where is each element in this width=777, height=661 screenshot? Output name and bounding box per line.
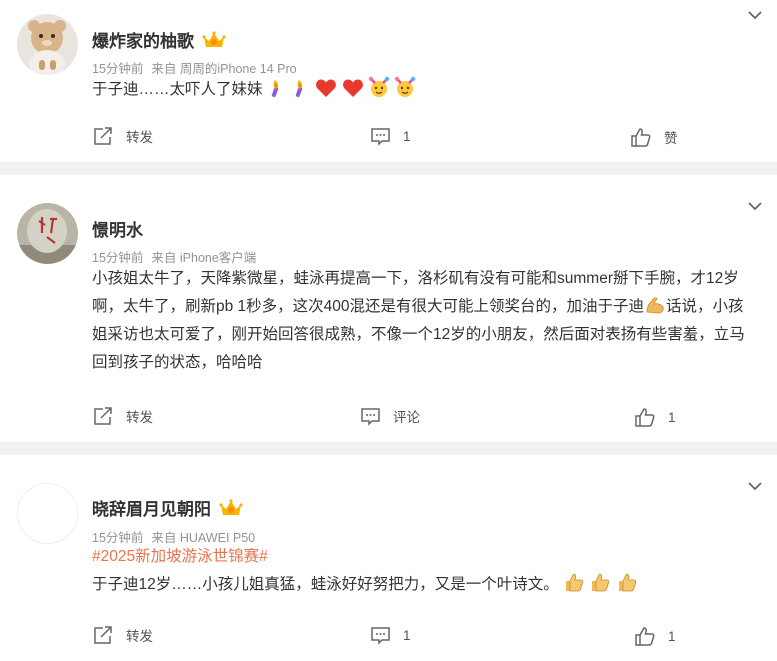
repost-button[interactable]: 转发 bbox=[92, 406, 153, 426]
comment-card: 爆炸家的柚歌 15分钟前 来自 周周的iPhone 14 Pro 于子迪……太吓人… bbox=[0, 0, 777, 162]
thumbs-up-icon bbox=[635, 627, 655, 646]
comment-button[interactable]: 评论 bbox=[360, 406, 420, 426]
torch-icon bbox=[295, 80, 303, 98]
separator bbox=[0, 162, 777, 175]
username[interactable]: 憬明水 bbox=[92, 216, 143, 241]
heart-icon bbox=[342, 79, 363, 97]
flexed-biceps-icon bbox=[646, 297, 664, 314]
separator bbox=[0, 442, 777, 455]
post-meta: 15分钟前 来自 周周的iPhone 14 Pro bbox=[92, 58, 297, 77]
username[interactable]: 晓辞眉月见朝阳 bbox=[92, 495, 243, 520]
avatar[interactable] bbox=[17, 483, 78, 544]
emoji-row bbox=[563, 573, 638, 593]
comment-text: 于子迪……太吓人了妹妹 bbox=[92, 76, 759, 104]
like-button[interactable]: 1 bbox=[634, 406, 676, 428]
thumbs-up-icon bbox=[566, 573, 584, 592]
repost-button[interactable]: 转发 bbox=[92, 625, 153, 645]
chevron-down-icon[interactable] bbox=[747, 10, 763, 20]
repost-icon bbox=[94, 626, 112, 644]
post-source: 来自 周周的iPhone 14 Pro bbox=[151, 62, 297, 76]
thumbs-up-icon bbox=[618, 573, 636, 592]
like-button[interactable]: 1 bbox=[634, 625, 676, 647]
emoji-row bbox=[267, 76, 417, 98]
cheer-icon bbox=[368, 76, 390, 97]
action-bar: 转发 评论 1 bbox=[0, 406, 777, 430]
hashtag-link[interactable]: #2025新加坡游泳世锦赛# bbox=[92, 543, 759, 571]
repost-icon bbox=[94, 407, 112, 425]
post-source: 来自 iPhone客户端 bbox=[151, 251, 257, 265]
post-time: 15分钟前 bbox=[92, 251, 144, 265]
post-time: 15分钟前 bbox=[92, 62, 144, 76]
comment-icon bbox=[371, 128, 390, 146]
action-bar: 转发 1 赞 bbox=[0, 126, 777, 150]
like-button[interactable]: 赞 bbox=[630, 126, 678, 148]
thumbs-up-icon bbox=[592, 573, 610, 592]
comment-card: 憬明水 15分钟前 来自 iPhone客户端 小孩姐太牛了，天降紫微星，蛙泳再提高… bbox=[0, 175, 777, 442]
comment-icon bbox=[361, 408, 380, 426]
chevron-down-icon[interactable] bbox=[747, 201, 763, 211]
avatar[interactable] bbox=[17, 203, 78, 264]
torch-icon bbox=[271, 80, 279, 98]
action-bar: 转发 1 1 bbox=[0, 625, 777, 649]
comment-card: 晓辞眉月见朝阳 15分钟前 来自 HUAWEI P50 #2025新加坡游泳世锦赛… bbox=[0, 455, 777, 661]
avatar[interactable] bbox=[17, 14, 78, 75]
comment-button[interactable]: 1 bbox=[370, 126, 411, 146]
post-meta: 15分钟前 来自 iPhone客户端 bbox=[92, 247, 256, 266]
heart-icon bbox=[316, 79, 337, 97]
repost-icon bbox=[94, 127, 112, 145]
vip-crown-icon bbox=[202, 30, 226, 47]
chevron-down-icon[interactable] bbox=[747, 481, 763, 491]
repost-button[interactable]: 转发 bbox=[92, 126, 153, 146]
vip-crown-icon bbox=[219, 498, 243, 515]
username[interactable]: 爆炸家的柚歌 bbox=[92, 27, 226, 52]
comment-text: #2025新加坡游泳世锦赛# 于子迪12岁……小孩儿姐真猛，蛙泳好好努把力，又是… bbox=[92, 543, 759, 599]
comment-icon bbox=[371, 627, 390, 645]
cheer-icon bbox=[395, 76, 416, 97]
thumbs-up-icon bbox=[635, 408, 655, 427]
comment-button[interactable]: 1 bbox=[370, 625, 411, 645]
comment-text: 小孩姐太牛了，天降紫微星，蛙泳再提高一下，洛杉矶有没有可能和summer掰下手腕… bbox=[92, 270, 745, 371]
thumbs-up-icon bbox=[631, 128, 651, 147]
